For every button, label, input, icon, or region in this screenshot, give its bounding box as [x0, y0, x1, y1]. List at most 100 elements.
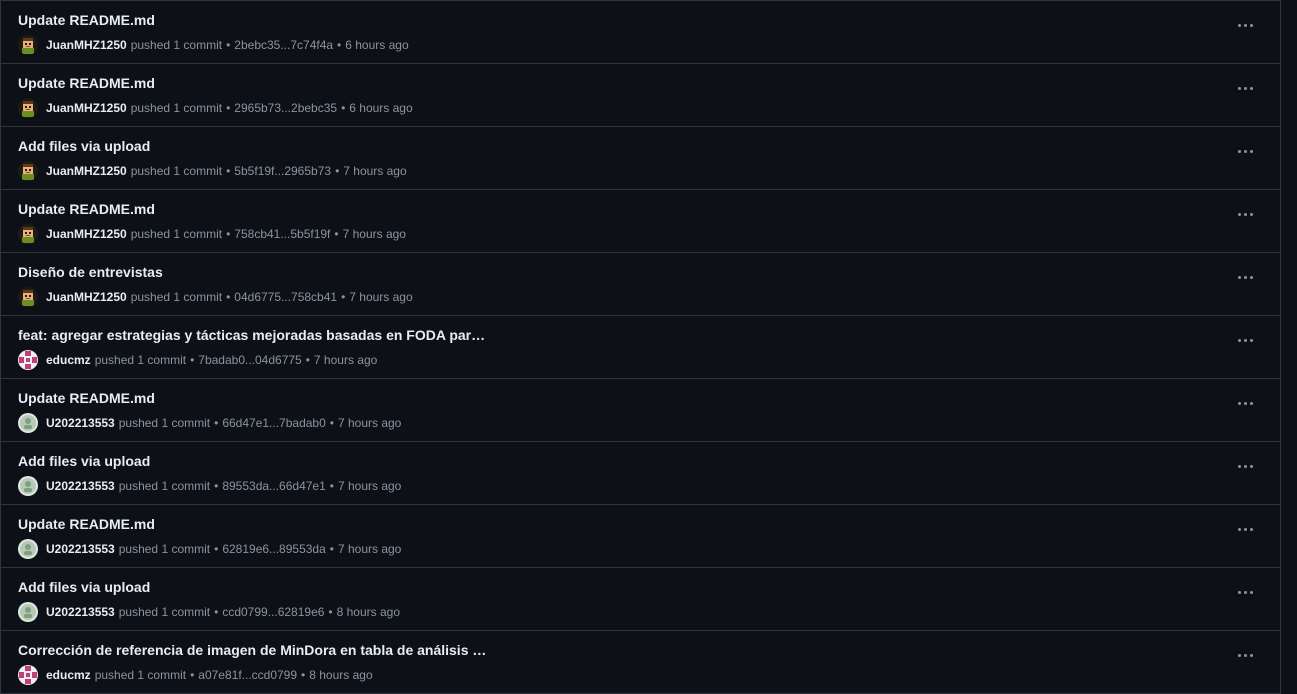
separator-dot: • [214, 605, 219, 619]
avatar-u2022[interactable] [18, 602, 38, 622]
kebab-horizontal-icon[interactable] [1232, 78, 1258, 98]
push-meta: U202213553 pushed 1 commit • 89553da...6… [18, 476, 401, 496]
separator-dot: • [226, 164, 231, 178]
avatar-juan[interactable] [18, 98, 38, 118]
commit-range-link[interactable]: 7badab0...04d6775 [198, 353, 301, 367]
activity-row-5: feat: agregar estrategias y tácticas mej… [1, 316, 1280, 379]
activity-row-3: Update README.md JuanMHZ1250 pushed 1 co… [1, 190, 1280, 253]
kebab-horizontal-icon[interactable] [1232, 645, 1258, 665]
commit-range-link[interactable]: 62819e6...89553da [222, 542, 325, 556]
separator-dot: • [226, 38, 231, 52]
username-link[interactable]: U202213553 [46, 479, 115, 493]
username-link[interactable]: JuanMHZ1250 [46, 290, 127, 304]
push-action: pushed 1 commit [130, 227, 223, 241]
commit-title-link[interactable]: feat: agregar estrategias y tácticas mej… [18, 327, 488, 343]
commit-range-link[interactable]: 2bebc35...7c74f4a [234, 38, 333, 52]
relative-time: 8 hours ago [309, 668, 373, 682]
avatar-juan[interactable] [18, 287, 38, 307]
username-link[interactable]: U202213553 [46, 542, 115, 556]
push-action: pushed 1 commit [130, 164, 223, 178]
separator-dot: • [214, 416, 219, 430]
relative-time: 7 hours ago [349, 290, 413, 304]
commit-range-link[interactable]: a07e81f...ccd0799 [198, 668, 297, 682]
activity-row-7: Add files via upload U202213553 pushed 1… [1, 442, 1280, 505]
commit-title-link[interactable]: Update README.md [18, 12, 155, 28]
avatar-u2022[interactable] [18, 476, 38, 496]
username-link[interactable]: U202213553 [46, 605, 115, 619]
commit-range-link[interactable]: 89553da...66d47e1 [222, 479, 325, 493]
push-action: pushed 1 commit [130, 101, 223, 115]
avatar-juan[interactable] [18, 224, 38, 244]
kebab-horizontal-icon[interactable] [1232, 393, 1258, 413]
commit-title-link[interactable]: Add files via upload [18, 579, 150, 595]
push-meta: educmz pushed 1 commit • 7badab0...04d67… [18, 350, 377, 370]
avatar-u2022[interactable] [18, 413, 38, 433]
separator-dot: • [328, 605, 333, 619]
relative-time: 7 hours ago [313, 353, 378, 367]
push-meta: U202213553 pushed 1 commit • 62819e6...8… [18, 539, 401, 559]
avatar-educmz[interactable] [18, 665, 38, 685]
avatar-juan[interactable] [18, 35, 38, 55]
push-action: pushed 1 commit [118, 605, 211, 619]
kebab-horizontal-icon[interactable] [1232, 141, 1258, 161]
avatar-u2022[interactable] [18, 539, 38, 559]
commit-title-link[interactable]: Diseño de entrevistas [18, 264, 163, 280]
activity-row-8: Update README.md U202213553 pushed 1 com… [1, 505, 1280, 568]
relative-time: 6 hours ago [345, 38, 409, 52]
username-link[interactable]: U202213553 [46, 416, 115, 430]
username-link[interactable]: JuanMHZ1250 [46, 164, 127, 178]
push-action: pushed 1 commit [118, 479, 211, 493]
username-link[interactable]: JuanMHZ1250 [46, 227, 127, 241]
username-link[interactable]: educmz [46, 353, 91, 367]
activity-row-4: Diseño de entrevistas JuanMHZ1250 pushed… [1, 253, 1280, 316]
separator-dot: • [305, 353, 310, 367]
commit-range-link[interactable]: 5b5f19f...2965b73 [234, 164, 331, 178]
relative-time: 7 hours ago [337, 416, 402, 430]
activity-row-9: Add files via upload U202213553 pushed 1… [1, 568, 1280, 631]
commit-range-link[interactable]: 66d47e1...7badab0 [222, 416, 325, 430]
push-action: pushed 1 commit [118, 542, 211, 556]
commit-range-link[interactable]: 2965b73...2bebc35 [234, 101, 337, 115]
commit-title-link[interactable]: Update README.md [18, 516, 155, 532]
kebab-horizontal-icon[interactable] [1232, 204, 1258, 224]
separator-dot: • [329, 542, 334, 556]
avatar-juan[interactable] [18, 161, 38, 181]
separator-dot: • [214, 479, 219, 493]
commit-title-link[interactable]: Update README.md [18, 201, 155, 217]
username-link[interactable]: educmz [46, 668, 91, 682]
separator-dot: • [341, 290, 346, 304]
kebab-horizontal-icon[interactable] [1232, 267, 1258, 287]
commit-title-link[interactable]: Update README.md [18, 390, 155, 406]
commit-title-link[interactable]: Update README.md [18, 75, 155, 91]
push-action: pushed 1 commit [118, 416, 211, 430]
separator-dot: • [341, 101, 346, 115]
username-link[interactable]: JuanMHZ1250 [46, 101, 127, 115]
activity-list: Update README.md JuanMHZ1250 pushed 1 co… [0, 0, 1281, 694]
commit-title-link[interactable]: Corrección de referencia de imagen de Mi… [18, 642, 488, 658]
commit-range-link[interactable]: 04d6775...758cb41 [234, 290, 337, 304]
kebab-horizontal-icon[interactable] [1232, 15, 1258, 35]
separator-dot: • [214, 542, 219, 556]
push-action: pushed 1 commit [94, 668, 187, 682]
separator-dot: • [190, 668, 195, 682]
kebab-horizontal-icon[interactable] [1232, 582, 1258, 602]
separator-dot: • [226, 227, 231, 241]
commit-range-link[interactable]: 758cb41...5b5f19f [234, 227, 330, 241]
commit-title-link[interactable]: Add files via upload [18, 138, 150, 154]
username-link[interactable]: JuanMHZ1250 [46, 38, 127, 52]
kebab-horizontal-icon[interactable] [1232, 519, 1258, 539]
relative-time: 7 hours ago [337, 542, 402, 556]
activity-row-1: Update README.md JuanMHZ1250 pushed 1 co… [1, 64, 1280, 127]
avatar-educmz[interactable] [18, 350, 38, 370]
relative-time: 7 hours ago [342, 227, 406, 241]
commit-title-link[interactable]: Add files via upload [18, 453, 150, 469]
push-meta: JuanMHZ1250 pushed 1 commit • 2bebc35...… [18, 35, 409, 55]
separator-dot: • [226, 290, 231, 304]
push-action: pushed 1 commit [130, 38, 223, 52]
relative-time: 6 hours ago [349, 101, 413, 115]
commit-range-link[interactable]: ccd0799...62819e6 [222, 605, 324, 619]
kebab-horizontal-icon[interactable] [1232, 330, 1258, 350]
separator-dot: • [329, 416, 334, 430]
push-meta: JuanMHZ1250 pushed 1 commit • 2965b73...… [18, 98, 413, 118]
kebab-horizontal-icon[interactable] [1232, 456, 1258, 476]
